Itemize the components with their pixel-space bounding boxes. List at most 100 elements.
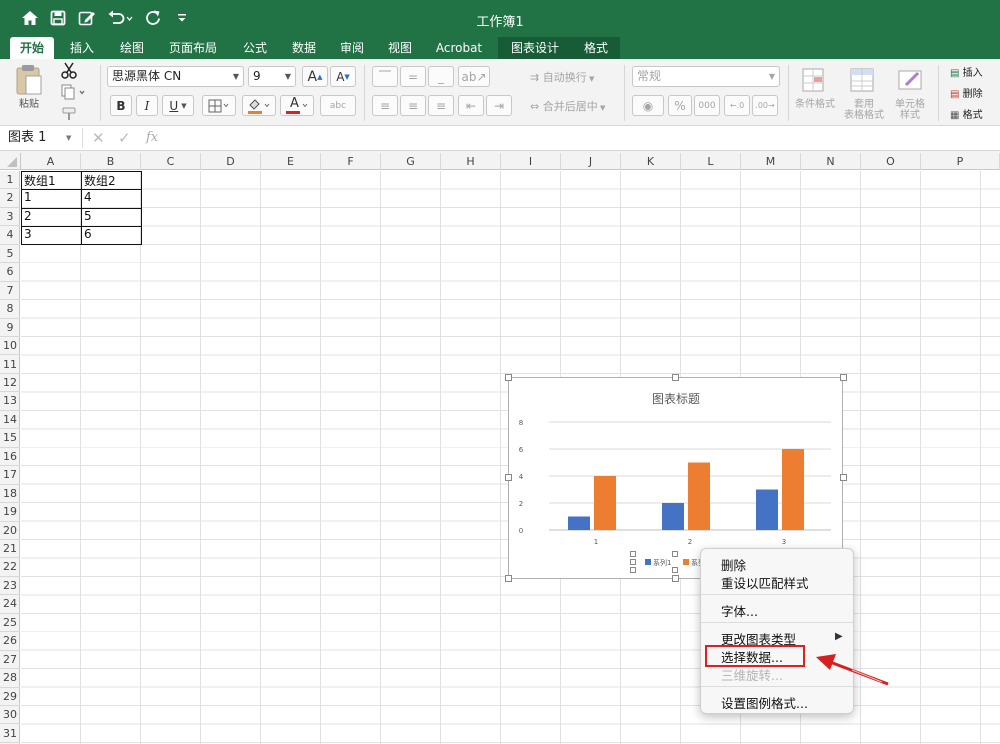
- cell-style-icon[interactable]: [896, 67, 926, 95]
- accounting-format-button[interactable]: ◉: [632, 95, 664, 116]
- menu-item-reset-style[interactable]: 重设以匹配样式: [721, 573, 809, 592]
- conditional-format-icon[interactable]: [800, 67, 830, 95]
- tab-page-layout[interactable]: 页面布局: [160, 37, 226, 59]
- column-header-f[interactable]: F: [321, 153, 381, 170]
- column-header-p[interactable]: P: [921, 153, 1000, 170]
- row-header-1[interactable]: 1: [0, 171, 20, 190]
- font-size-select[interactable]: 9 ▼: [248, 66, 296, 87]
- menu-item-font[interactable]: 字体...: [721, 601, 758, 620]
- column-header-l[interactable]: L: [681, 153, 741, 170]
- orientation-button[interactable]: ab↗: [458, 66, 490, 87]
- tab-draw[interactable]: 绘图: [110, 37, 154, 59]
- format-cells-button[interactable]: ▦ 格式: [950, 106, 983, 121]
- fill-color-button[interactable]: [242, 95, 276, 116]
- resize-handle[interactable]: [505, 474, 512, 481]
- cancel-icon[interactable]: ✕: [92, 129, 105, 147]
- row-header-4[interactable]: 4: [0, 226, 20, 245]
- table-format-icon[interactable]: [848, 67, 878, 95]
- legend-handle[interactable]: [630, 567, 636, 573]
- column-header-m[interactable]: M: [741, 153, 801, 170]
- font-color-button[interactable]: A: [280, 95, 314, 116]
- row-header-7[interactable]: 7: [0, 282, 20, 301]
- wrap-text-button[interactable]: ⇉ 自动换行 ▼: [530, 69, 594, 85]
- select-all-corner[interactable]: [0, 153, 21, 170]
- legend-handle[interactable]: [630, 559, 636, 565]
- row-header-23[interactable]: 23: [0, 577, 20, 596]
- row-header-9[interactable]: 9: [0, 319, 20, 338]
- name-box-dropdown-icon[interactable]: ▼: [66, 134, 71, 142]
- row-header-13[interactable]: 13: [0, 392, 20, 411]
- row-header-15[interactable]: 15: [0, 429, 20, 448]
- menu-item-delete[interactable]: 删除: [721, 555, 746, 574]
- row-header-25[interactable]: 25: [0, 614, 20, 633]
- paste-icon[interactable]: [12, 63, 46, 97]
- column-header-c[interactable]: C: [141, 153, 201, 170]
- resize-handle[interactable]: [672, 374, 679, 381]
- function-icon[interactable]: fx: [146, 130, 158, 145]
- confirm-icon[interactable]: ✓: [118, 129, 131, 147]
- tab-chart-design[interactable]: 图表设计: [498, 37, 572, 59]
- row-header-8[interactable]: 8: [0, 300, 20, 319]
- cell-b2[interactable]: 4: [81, 190, 92, 204]
- resize-handle[interactable]: [505, 575, 512, 582]
- underline-button[interactable]: U ▼: [162, 95, 194, 116]
- row-header-22[interactable]: 22: [0, 558, 20, 577]
- increase-indent-button[interactable]: ⇥: [486, 95, 512, 116]
- row-header-10[interactable]: 10: [0, 337, 20, 356]
- column-header-g[interactable]: G: [381, 153, 441, 170]
- row-header-27[interactable]: 27: [0, 651, 20, 670]
- column-header-j[interactable]: J: [561, 153, 621, 170]
- align-right-button[interactable]: ≡: [428, 95, 454, 116]
- row-header-5[interactable]: 5: [0, 245, 20, 264]
- borders-button[interactable]: [202, 95, 236, 116]
- legend-handle[interactable]: [672, 567, 678, 573]
- cell-b1[interactable]: 数组2: [81, 172, 116, 189]
- cut-icon[interactable]: [60, 62, 78, 80]
- phonetic-button[interactable]: abc: [320, 95, 356, 116]
- row-header-18[interactable]: 18: [0, 485, 20, 504]
- row-header-3[interactable]: 3: [0, 208, 20, 227]
- cell-a2[interactable]: 1: [21, 190, 32, 204]
- row-header-28[interactable]: 28: [0, 669, 20, 688]
- row-header-20[interactable]: 20: [0, 522, 20, 540]
- tab-data[interactable]: 数据: [282, 37, 326, 59]
- decrease-decimal-button[interactable]: .00→: [752, 95, 778, 116]
- italic-button[interactable]: I: [136, 95, 158, 116]
- row-header-12[interactable]: 12: [0, 374, 20, 393]
- decrease-indent-button[interactable]: ⇤: [458, 95, 484, 116]
- row-header-31[interactable]: 31: [0, 725, 20, 743]
- row-header-14[interactable]: 14: [0, 411, 20, 430]
- column-header-o[interactable]: O: [861, 153, 921, 170]
- row-header-2[interactable]: 2: [0, 189, 20, 208]
- cell-a3[interactable]: 2: [21, 209, 32, 223]
- tab-review[interactable]: 审阅: [330, 37, 374, 59]
- column-header-n[interactable]: N: [801, 153, 861, 170]
- align-middle-button[interactable]: =: [400, 66, 426, 87]
- cell-b4[interactable]: 6: [81, 227, 92, 241]
- resize-handle[interactable]: [840, 474, 847, 481]
- row-header-16[interactable]: 16: [0, 448, 20, 467]
- grow-font-button[interactable]: A ▲: [302, 66, 328, 87]
- resize-handle[interactable]: [840, 374, 847, 381]
- row-header-19[interactable]: 19: [0, 503, 20, 522]
- row-header-26[interactable]: 26: [0, 632, 20, 651]
- row-header-30[interactable]: 30: [0, 706, 20, 725]
- formula-input[interactable]: [170, 128, 1000, 148]
- tab-format[interactable]: 格式: [572, 37, 620, 59]
- format-painter-icon[interactable]: [60, 104, 80, 122]
- tab-insert[interactable]: 插入: [60, 37, 104, 59]
- delete-cells-button[interactable]: ▤ 删除: [950, 85, 983, 100]
- row-header-29[interactable]: 29: [0, 688, 20, 707]
- resize-handle[interactable]: [672, 575, 679, 582]
- menu-item-format-legend[interactable]: 设置图例格式...: [721, 693, 808, 712]
- column-header-i[interactable]: I: [501, 153, 561, 170]
- merge-center-button[interactable]: ⇔ 合并后居中 ▼: [530, 98, 605, 114]
- column-header-h[interactable]: H: [441, 153, 501, 170]
- cell-b3[interactable]: 5: [81, 209, 92, 223]
- shrink-font-button[interactable]: A ▼: [330, 66, 356, 87]
- cell-a1[interactable]: 数组1: [21, 172, 56, 189]
- font-name-select[interactable]: 思源黑体 CN ▼: [107, 66, 244, 87]
- row-header-24[interactable]: 24: [0, 595, 20, 614]
- row-header-17[interactable]: 17: [0, 466, 20, 485]
- cell-a4[interactable]: 3: [21, 227, 32, 241]
